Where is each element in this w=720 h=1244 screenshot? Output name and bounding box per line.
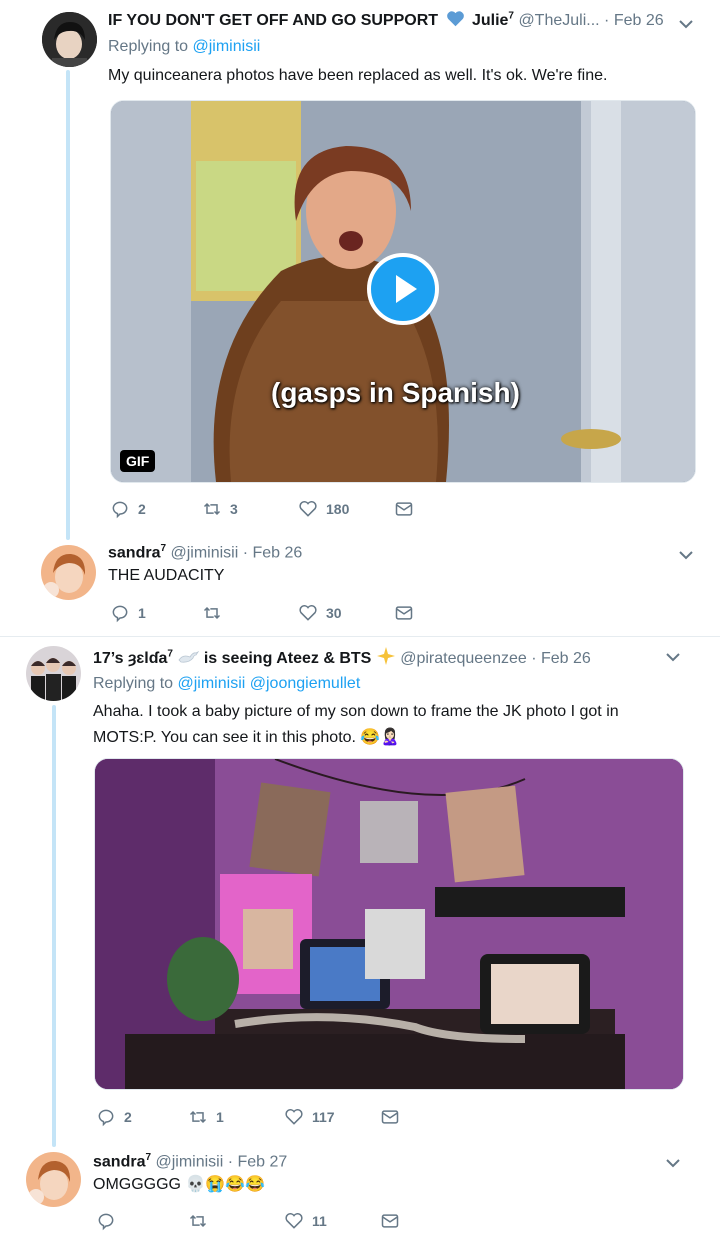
thread-line: [66, 70, 70, 540]
like-button[interactable]: 11: [284, 1211, 380, 1231]
name-superscript: 7: [145, 1152, 152, 1163]
tweet-actions: 11: [96, 1210, 400, 1232]
play-button[interactable]: [367, 253, 439, 325]
name-superscript: 7: [160, 543, 167, 554]
user-handle[interactable]: @piratequeenzee: [400, 650, 527, 667]
display-name[interactable]: IF YOU DON'T GET OFF AND GO SUPPORT: [108, 12, 438, 29]
retweet-icon: [189, 1214, 207, 1228]
reply-icon: [98, 1109, 114, 1127]
user-handle[interactable]: @TheJuli...: [518, 12, 599, 29]
gif-caption: (gasps in Spanish): [271, 377, 520, 408]
reply-icon: [112, 605, 128, 623]
thread-line: [52, 705, 56, 1147]
retweet-button[interactable]: 3: [202, 499, 298, 519]
chevron-down-icon[interactable]: [662, 646, 684, 668]
reply-count: 2: [138, 501, 146, 517]
tweet-text: THE AUDACITY: [108, 567, 225, 584]
play-icon: [396, 275, 417, 303]
retweet-button[interactable]: [202, 603, 298, 623]
tweet-actions: 2 1 117: [96, 1106, 400, 1128]
reply-button[interactable]: 2: [96, 1107, 188, 1127]
photo-media[interactable]: [94, 758, 684, 1090]
envelope-icon: [381, 1110, 399, 1124]
dm-button[interactable]: [394, 603, 414, 623]
reply-count: 1: [138, 605, 146, 621]
tweet-date[interactable]: · Feb 26: [531, 650, 591, 667]
reply-count: 2: [124, 1109, 132, 1125]
retweet-icon: [203, 606, 221, 620]
mention-link[interactable]: @jiminisii @joongiemullet: [178, 675, 361, 692]
like-button[interactable]: 117: [284, 1107, 380, 1127]
like-count: 11: [312, 1213, 327, 1229]
like-count: 180: [326, 501, 350, 517]
dm-button[interactable]: [380, 1107, 400, 1127]
retweet-count: 1: [216, 1109, 224, 1125]
reply-button[interactable]: [96, 1211, 188, 1231]
chevron-down-icon[interactable]: [675, 544, 697, 566]
gif-badge: GIF: [120, 450, 156, 472]
display-name[interactable]: sandra: [108, 544, 160, 561]
reply-button[interactable]: 1: [110, 603, 202, 623]
sparkles-icon: [376, 647, 395, 665]
name-superscript: 7: [167, 648, 173, 660]
tweet-actions: 1 30: [110, 602, 414, 624]
like-button[interactable]: 180: [298, 499, 394, 519]
name-superscript: 7: [508, 10, 514, 22]
envelope-icon: [395, 606, 413, 620]
avatar[interactable]: [41, 545, 96, 600]
like-count: 30: [326, 605, 342, 621]
retweet-icon: [203, 502, 221, 516]
user-handle[interactable]: @jiminisii: [170, 544, 238, 561]
tweet-text: OMGGGGG 💀😭😂😂: [93, 1176, 266, 1193]
display-name[interactable]: 17’s ȝɛlɗa: [93, 650, 167, 667]
envelope-icon: [381, 1214, 399, 1228]
heart-icon: [299, 501, 317, 517]
heart-icon: [299, 605, 317, 621]
display-name-2[interactable]: Julie: [472, 12, 508, 29]
avatar[interactable]: [26, 1152, 81, 1207]
chevron-down-icon[interactable]: [662, 1152, 684, 1174]
mention-link[interactable]: @jiminisii: [193, 38, 261, 55]
swan-icon: [178, 650, 200, 663]
retweet-button[interactable]: 1: [188, 1107, 284, 1127]
dm-button[interactable]: [394, 499, 414, 519]
retweet-count: 3: [230, 501, 238, 517]
blue-heart-icon: [446, 11, 464, 27]
envelope-icon: [395, 502, 413, 516]
like-button[interactable]: 30: [298, 603, 394, 623]
user-handle[interactable]: @jiminisii: [155, 1153, 223, 1170]
display-name-suffix[interactable]: is seeing Ateez & BTS: [204, 650, 371, 667]
replying-prefix: Replying to: [108, 38, 189, 55]
dm-button[interactable]: [380, 1211, 400, 1231]
reply-icon: [98, 1213, 114, 1231]
heart-icon: [285, 1109, 303, 1125]
chevron-down-icon[interactable]: [675, 13, 697, 35]
reply-button[interactable]: 2: [110, 499, 202, 519]
tweet-text-line: MOTS:P. You can see it in this photo. 😂🙎…: [93, 729, 401, 746]
tweet-date[interactable]: · Feb 26: [604, 12, 664, 29]
retweet-icon: [189, 1110, 207, 1124]
avatar[interactable]: [26, 646, 81, 701]
heart-icon: [285, 1213, 303, 1229]
tweet-actions: 2 3 180: [110, 498, 414, 520]
tweet-date[interactable]: · Feb 27: [228, 1153, 288, 1170]
gif-media[interactable]: (gasps in Spanish) GIF: [110, 100, 696, 483]
like-count: 117: [312, 1109, 335, 1125]
display-name[interactable]: sandra: [93, 1153, 145, 1170]
tweet-divider: [0, 636, 720, 637]
tweet-text-line: Ahaha. I took a baby picture of my son d…: [93, 703, 619, 720]
replying-prefix: Replying to: [93, 675, 174, 692]
tweet-text: My quinceanera photos have been replaced…: [108, 67, 608, 84]
retweet-button[interactable]: [188, 1211, 284, 1231]
reply-icon: [112, 501, 128, 519]
tweet-date[interactable]: · Feb 26: [243, 544, 303, 561]
avatar[interactable]: [42, 12, 97, 67]
